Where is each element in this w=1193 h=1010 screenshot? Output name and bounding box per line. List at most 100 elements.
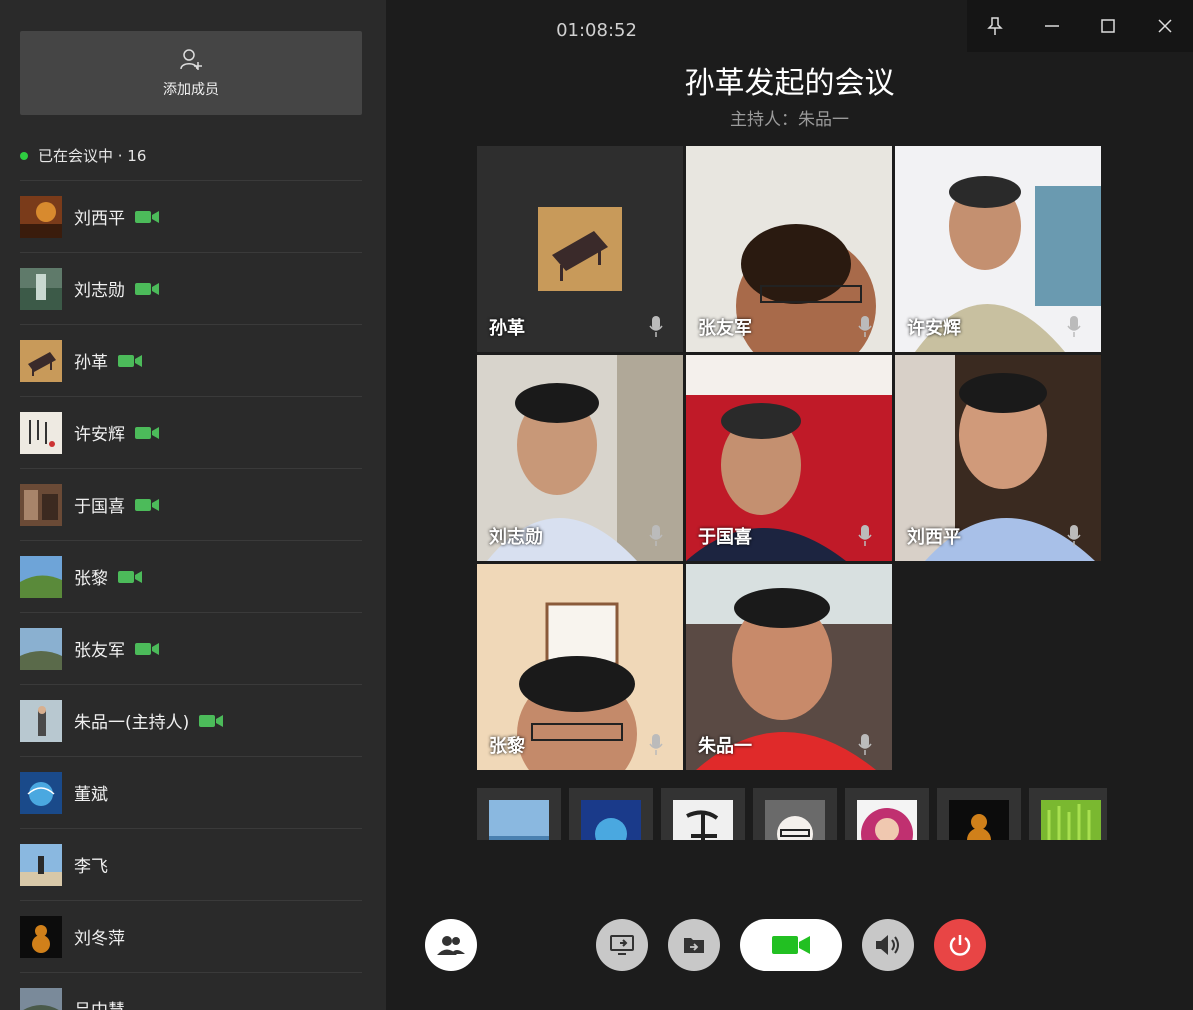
member-item[interactable]: 董斌 — [20, 756, 362, 828]
avatar — [20, 627, 62, 670]
pin-button[interactable] — [977, 8, 1013, 44]
participant-thumbnail[interactable] — [569, 788, 653, 840]
online-dot — [20, 151, 28, 160]
microphone-icon — [649, 316, 663, 337]
microphone-icon — [858, 525, 872, 546]
tile-name: 许安辉 — [907, 318, 961, 339]
member-item[interactable]: 于国喜 — [20, 468, 362, 540]
add-member-button[interactable]: 添加成员 — [20, 31, 362, 115]
tile-name: 张友军 — [698, 318, 752, 339]
video-tile[interactable]: 许安辉 — [895, 146, 1101, 352]
add-member-label: 添加成员 — [163, 82, 219, 98]
member-list: 刘西平 刘志勋 孙革 许安辉 于国喜 张黎 张友军 朱品一(主持人) 董斌 李飞… — [20, 180, 362, 1010]
video-camera-icon — [772, 936, 810, 954]
sidebar-divider — [386, 0, 416, 1010]
video-camera-icon — [199, 714, 224, 727]
share-file-icon — [684, 938, 704, 953]
member-name: 刘志勋 — [74, 281, 125, 301]
member-name: 李飞 — [74, 857, 108, 877]
member-name: 孙革 — [74, 353, 108, 373]
participant-thumbnail[interactable] — [937, 788, 1021, 840]
avatar — [538, 207, 622, 291]
video-tile[interactable]: 刘志勋 — [477, 355, 683, 561]
participant-thumbnail[interactable] — [845, 788, 929, 840]
member-item[interactable]: 张友军 — [20, 612, 362, 684]
maximize-icon — [1101, 19, 1115, 33]
participant-thumbnail[interactable] — [477, 788, 561, 840]
speaker-icon — [876, 935, 899, 955]
member-name: 许安辉 — [74, 425, 125, 445]
members-button[interactable] — [425, 919, 477, 971]
hangup-button[interactable] — [934, 919, 986, 971]
speaker-button[interactable] — [862, 919, 914, 971]
tile-name: 孙革 — [489, 318, 525, 339]
participant-thumbnail-strip[interactable] — [477, 788, 1107, 840]
member-item[interactable]: 朱品一(主持人) — [20, 684, 362, 756]
video-camera-icon — [118, 570, 142, 583]
member-item[interactable]: 李飞 — [20, 828, 362, 900]
meeting-title: 孙革发起的会议 — [684, 66, 895, 101]
meeting-host: 主持人：朱品一 — [730, 110, 849, 130]
avatar — [673, 800, 733, 840]
member-item[interactable]: 刘志勋 — [20, 252, 362, 324]
member-name: 张黎 — [74, 569, 108, 589]
tile-name: 朱品一 — [698, 736, 752, 757]
avatar — [20, 843, 62, 886]
avatar — [857, 800, 917, 840]
video-camera-icon — [135, 210, 159, 223]
avatar — [20, 195, 62, 238]
member-name: 张友军 — [74, 641, 125, 661]
video-tile[interactable]: 张黎 — [477, 564, 683, 770]
window-controls — [967, 0, 1193, 52]
member-item[interactable]: 张黎 — [20, 540, 362, 612]
avatar — [20, 483, 62, 526]
members-icon — [437, 936, 465, 955]
avatar — [1041, 800, 1101, 840]
maximize-button[interactable] — [1090, 8, 1126, 44]
member-name: 朱品一(主持人) — [74, 713, 190, 733]
avatar — [489, 800, 549, 840]
microphone-icon — [858, 316, 872, 337]
microphone-icon — [1067, 525, 1081, 546]
participant-thumbnail[interactable] — [661, 788, 745, 840]
avatar — [20, 987, 62, 1010]
power-icon — [949, 935, 971, 956]
minimize-icon — [1044, 25, 1059, 27]
avatar — [20, 699, 62, 742]
tile-name: 张黎 — [489, 736, 525, 757]
meeting-controls — [0, 919, 1193, 971]
video-camera-icon — [135, 426, 159, 439]
microphone-icon — [649, 734, 663, 755]
in-meeting-count: 已在会议中 · 16 — [20, 145, 146, 166]
member-item[interactable]: 孙革 — [20, 324, 362, 396]
participant-thumbnail[interactable] — [1029, 788, 1107, 840]
video-tile[interactable]: 朱品一 — [686, 564, 892, 770]
avatar — [20, 771, 62, 814]
microphone-icon — [649, 525, 663, 546]
participant-thumbnail[interactable] — [753, 788, 837, 840]
video-camera-icon — [118, 354, 142, 367]
member-name: 刘西平 — [74, 209, 125, 229]
avatar — [765, 800, 825, 840]
video-tile[interactable]: 张友军 — [686, 146, 892, 352]
close-button[interactable] — [1147, 8, 1183, 44]
video-tile[interactable]: 孙革 — [477, 146, 683, 352]
avatar — [20, 339, 62, 382]
share-file-button[interactable] — [668, 919, 720, 971]
member-item[interactable]: 刘西平 — [20, 180, 362, 252]
share-screen-icon — [610, 935, 634, 955]
microphone-icon — [858, 734, 872, 755]
video-toggle-button[interactable] — [740, 919, 842, 971]
in-meeting-label: 已在会议中 · 16 — [38, 147, 147, 165]
video-grid: 孙革 张友军 许安辉 刘志勋 于国喜 刘西平 张黎 朱品一 — [477, 146, 1101, 770]
avatar — [581, 800, 641, 840]
tile-name: 刘志勋 — [489, 527, 543, 548]
video-tile[interactable]: 于国喜 — [686, 355, 892, 561]
member-item[interactable]: 吕中慧 — [20, 972, 362, 1010]
minimize-button[interactable] — [1034, 8, 1070, 44]
member-item[interactable]: 许安辉 — [20, 396, 362, 468]
video-camera-icon — [135, 282, 159, 295]
video-tile[interactable]: 刘西平 — [895, 355, 1101, 561]
share-screen-button[interactable] — [596, 919, 648, 971]
avatar — [20, 555, 62, 598]
